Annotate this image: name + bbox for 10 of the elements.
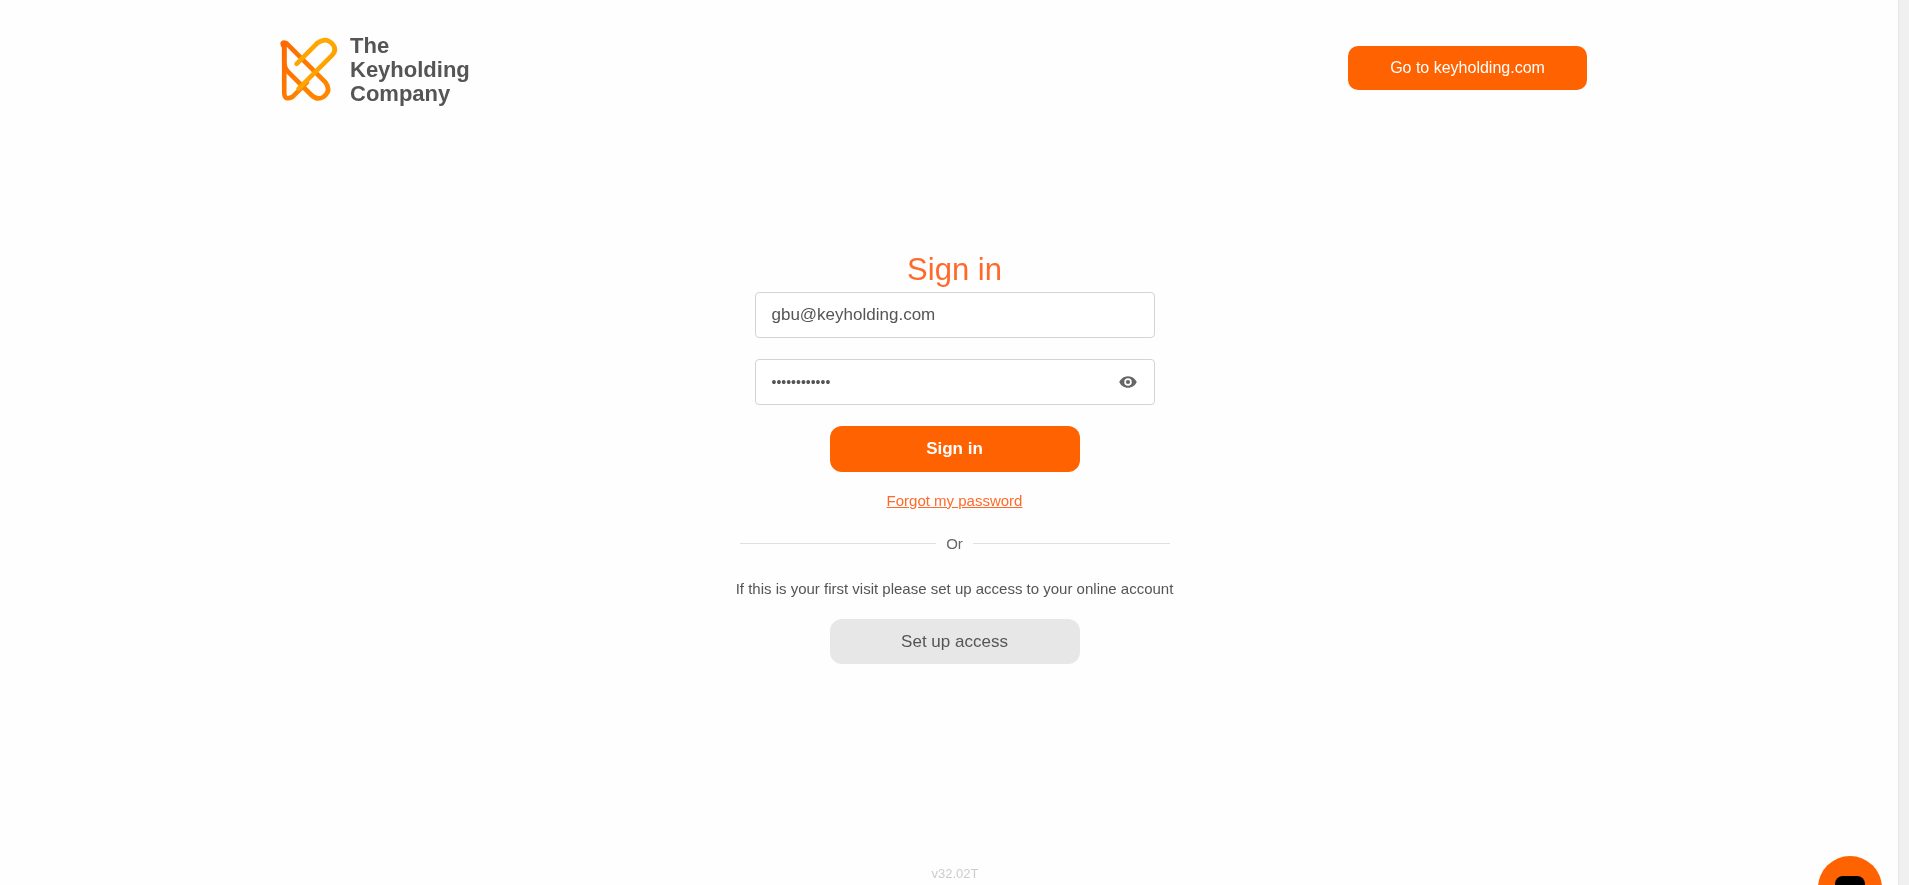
divider-text: Or: [946, 535, 963, 552]
logo-text: Company: [350, 82, 451, 106]
email-field[interactable]: gbu@keyholding.com: [754, 292, 1155, 338]
set-up-access-button[interactable]: Set up access: [829, 619, 1080, 664]
first-visit-text: If this is your first visit please set up access to your online account: [735, 580, 1174, 597]
logo-text: The: [350, 34, 391, 58]
sign-in-title: Sign in: [907, 252, 1002, 288]
password-field[interactable]: ••••••••••••: [754, 359, 1155, 405]
logo-text: Keyholding: [350, 58, 470, 82]
scrollbar[interactable]: [1898, 0, 1909, 885]
